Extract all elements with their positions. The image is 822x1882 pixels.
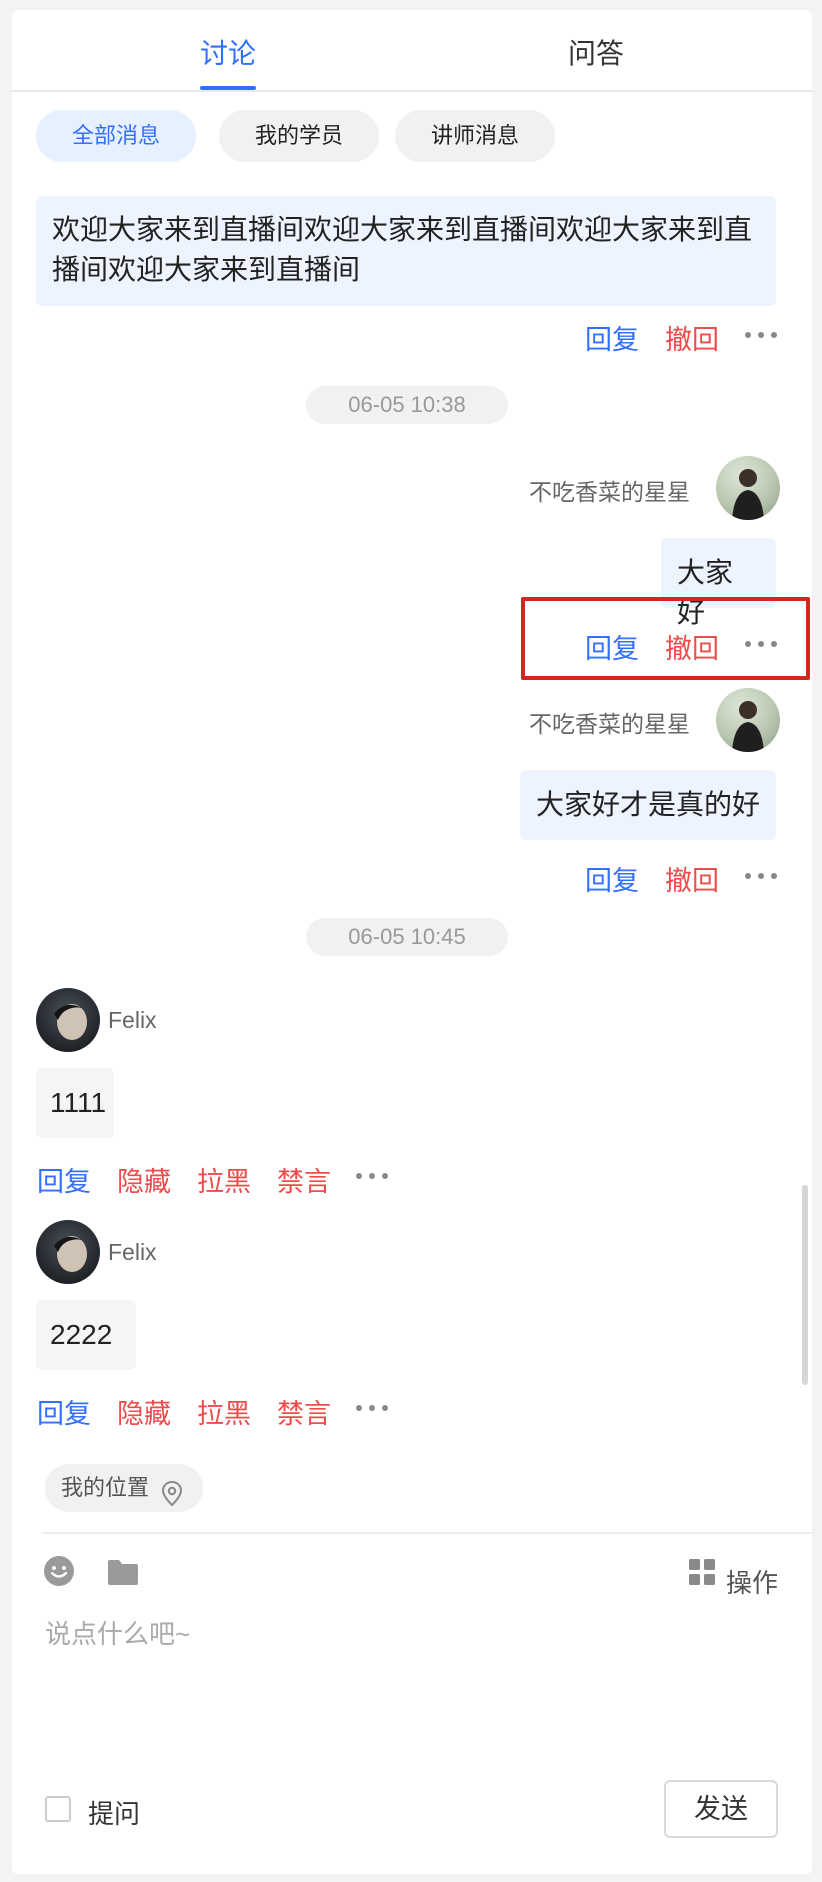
- more-dots-icon[interactable]: [745, 871, 779, 881]
- mute-button[interactable]: 禁言: [277, 1392, 331, 1431]
- highlight-box: [521, 597, 810, 680]
- operations-button[interactable]: 操作: [726, 1563, 778, 1600]
- grid-icon[interactable]: [688, 1558, 716, 1586]
- tab-qa[interactable]: 问答: [568, 32, 624, 72]
- message-bubble: 2222: [36, 1300, 136, 1370]
- more-dots-icon[interactable]: [356, 1403, 390, 1413]
- tab-bar: 讨论 问答: [12, 10, 812, 92]
- reply-button[interactable]: 回复: [585, 859, 639, 898]
- hide-button[interactable]: 隐藏: [117, 1392, 171, 1431]
- filter-teacher-messages[interactable]: 讲师消息: [395, 110, 555, 162]
- reply-button[interactable]: 回复: [37, 1392, 91, 1431]
- composer-divider: [42, 1532, 812, 1534]
- location-pin-icon: [161, 1476, 183, 1507]
- send-button[interactable]: 发送: [664, 1780, 778, 1838]
- recall-button[interactable]: 撤回: [665, 859, 719, 898]
- mute-button[interactable]: 禁言: [277, 1160, 331, 1199]
- reply-button[interactable]: 回复: [37, 1160, 91, 1199]
- message-text-line: 播间欢迎大家来到直播间: [52, 254, 361, 285]
- message-input[interactable]: 说点什么吧~: [45, 1614, 190, 1651]
- tab-discussion[interactable]: 讨论: [200, 32, 256, 72]
- filter-my-students[interactable]: 我的学员: [219, 110, 379, 162]
- block-button[interactable]: 拉黑: [197, 1160, 251, 1199]
- username: 不吃香菜的星星: [529, 711, 690, 737]
- recall-button[interactable]: 撤回: [665, 318, 719, 357]
- tab-active-indicator: [200, 86, 256, 90]
- hide-button[interactable]: 隐藏: [117, 1160, 171, 1199]
- username: 不吃香菜的星星: [529, 479, 690, 505]
- timestamp: 06-05 10:38: [306, 386, 508, 424]
- message-bubble: 1111: [36, 1068, 114, 1138]
- timestamp: 06-05 10:45: [306, 918, 508, 956]
- avatar[interactable]: [716, 688, 780, 752]
- chat-panel: 讨论 问答 全部消息 我的学员 讲师消息 欢迎大家来到直播间欢迎大家来到直播间欢…: [12, 10, 812, 1874]
- ask-checkbox[interactable]: [45, 1796, 71, 1822]
- username: Felix: [108, 1007, 157, 1033]
- more-dots-icon[interactable]: [356, 1171, 390, 1181]
- message-bubble-welcome: 欢迎大家来到直播间欢迎大家来到直播间欢迎大家来到直 播间欢迎大家来到直播间: [36, 196, 776, 306]
- message-text-line: 欢迎大家来到直播间欢迎大家来到直播间欢迎大家来到直: [52, 214, 753, 245]
- smile-icon[interactable]: [43, 1555, 75, 1587]
- reply-button[interactable]: 回复: [585, 318, 639, 357]
- scrollbar[interactable]: [802, 1185, 808, 1385]
- ask-label: 提问: [88, 1799, 141, 1829]
- location-label: 我的位置: [61, 1475, 150, 1500]
- location-button[interactable]: 我的位置: [45, 1464, 203, 1512]
- avatar[interactable]: [36, 988, 100, 1052]
- block-button[interactable]: 拉黑: [197, 1392, 251, 1431]
- more-dots-icon[interactable]: [745, 330, 779, 340]
- message-bubble: 大家好才是真的好: [520, 770, 776, 840]
- username: Felix: [108, 1239, 157, 1265]
- filter-all-messages[interactable]: 全部消息: [36, 110, 196, 162]
- folder-icon[interactable]: [107, 1558, 139, 1586]
- avatar[interactable]: [36, 1220, 100, 1284]
- avatar[interactable]: [716, 456, 780, 520]
